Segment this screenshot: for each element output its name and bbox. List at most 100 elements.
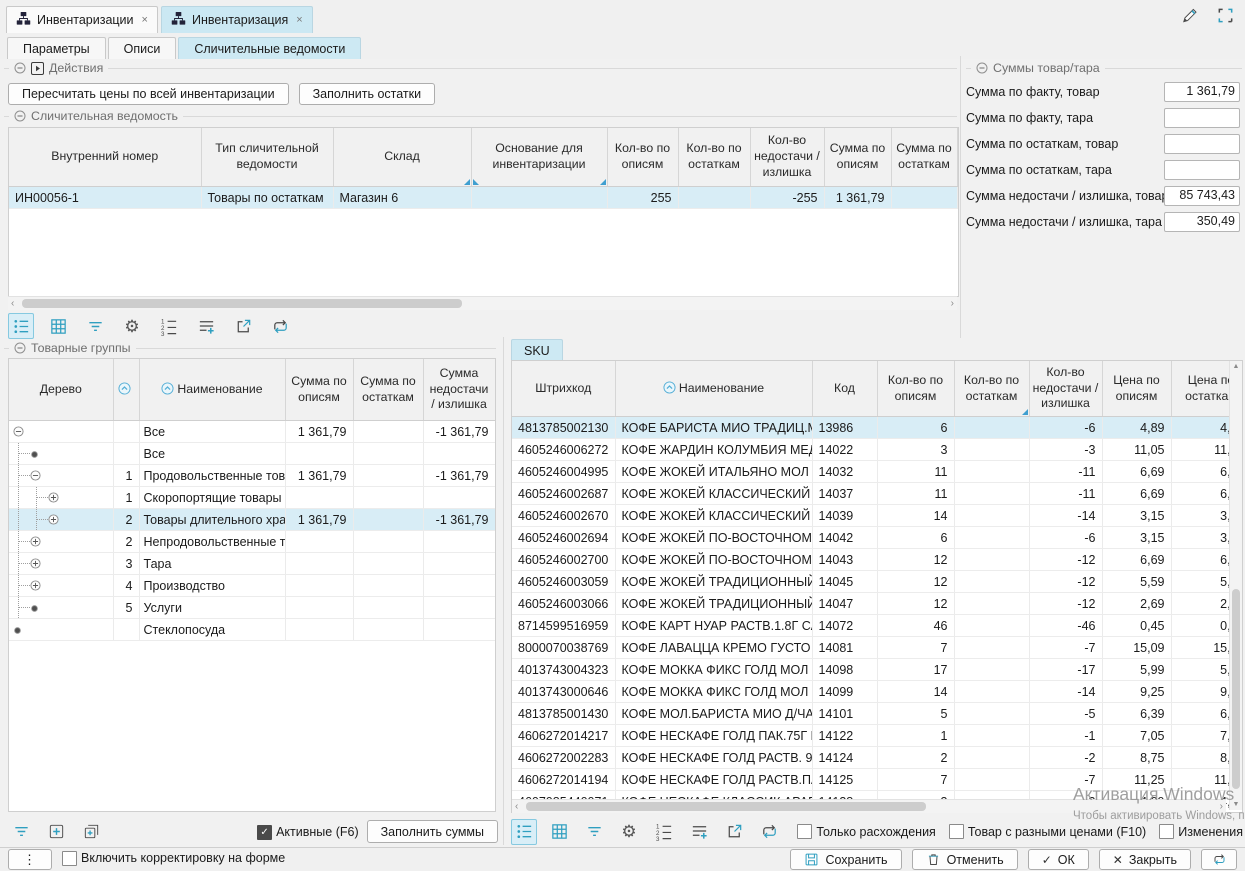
check-button[interactable]: ✓ ОК [1028, 849, 1089, 870]
column-header[interactable]: Внутренний номер [9, 128, 201, 187]
column-header[interactable]: Основание для инвентаризации [471, 128, 607, 187]
sku-row[interactable]: 8000070038769КОФЕ ЛАВАЦЦА КРЕМО ГУСТО МО… [512, 637, 1243, 659]
collapse-icon[interactable] [14, 110, 26, 122]
settings-icon[interactable]: ⚙ [616, 819, 642, 845]
tab-Сличительные ведомости[interactable]: Сличительные ведомости [178, 37, 361, 59]
filter-icon[interactable] [8, 819, 34, 845]
totals-field-input[interactable]: 350,49 [1164, 212, 1240, 232]
totals-field-input[interactable] [1164, 108, 1240, 128]
sku-row[interactable]: 4606272014217КОФЕ НЕСКАФЕ ГОЛД ПАК.75Г Р… [512, 725, 1243, 747]
close-button[interactable]: ✕ Закрыть [1099, 849, 1191, 870]
save-button[interactable]: Сохранить [790, 849, 901, 870]
filter-icon[interactable] [581, 819, 607, 845]
tree-leaf-icon[interactable] [30, 448, 39, 462]
sku-row[interactable]: 4605246002694КОФЕ ЖОКЕЙ ПО-ВОСТОЧНОМУ М1… [512, 527, 1243, 549]
column-header[interactable] [113, 359, 139, 421]
tree-collapse-icon[interactable] [30, 470, 41, 484]
sku-row[interactable]: 4605246003066КОФЕ ЖОКЕЙ ТРАДИЦИОННЫЙ МО1… [512, 593, 1243, 615]
group-row[interactable]: 1 Продовольственные товары 1 361,79 -1 3… [9, 465, 495, 487]
sku-row[interactable]: 4013743004323КОФЕ МОККА ФИКС ГОЛД МОЛ 25… [512, 659, 1243, 681]
column-header[interactable]: Кол-во недостачи / излишка [1029, 361, 1102, 417]
statement-hscrollbar[interactable]: ‹ › [8, 296, 957, 310]
tab-Параметры[interactable]: Параметры [7, 37, 106, 59]
close-tab-icon[interactable]: × [142, 14, 148, 26]
group-row[interactable]: 1 Скоропортящие товары [9, 487, 495, 509]
statement-row[interactable]: ИН00056-1Товары по остаткамМагазин 6255-… [9, 187, 957, 209]
sku-row[interactable]: 4605246006272КОФЕ ЖАРДИН КОЛУМБИЯ МЕДЕЛ.… [512, 439, 1243, 461]
totals-field-input[interactable] [1164, 134, 1240, 154]
column-header[interactable]: Дерево [9, 359, 113, 421]
sku-row[interactable]: 4606272014194КОФЕ НЕСКАФЕ ГОЛД РАСТВ.ПАК… [512, 769, 1243, 791]
enable-correction-checkbox[interactable]: Включить корректировку на форме [62, 851, 285, 866]
edit-pencil-icon[interactable] [1179, 5, 1200, 26]
add-group-icon[interactable] [78, 819, 104, 845]
column-header[interactable]: Сумма недостачи / излишка [423, 359, 495, 421]
tree-collapse-icon[interactable] [13, 426, 24, 440]
column-header[interactable]: Сумма по остаткам [353, 359, 423, 421]
tab-sku[interactable]: SKU [511, 339, 563, 361]
group-row[interactable]: 5 Услуги [9, 597, 495, 619]
window-tab[interactable]: Инвентаризации × [6, 6, 158, 33]
sku-row[interactable]: 8714599516959КОФЕ КАРТ НУАР РАСТВ.1.8Г C… [512, 615, 1243, 637]
totals-field-input[interactable]: 1 361,79 [1164, 82, 1240, 102]
group-row[interactable]: 2 Непродовольственные товары [9, 531, 495, 553]
action-button[interactable]: Заполнить остатки [299, 83, 435, 105]
window-tab[interactable]: Инвентаризация × [161, 6, 313, 33]
sku-filter-checkbox-0[interactable]: Только расхождения [797, 824, 936, 839]
close-tab-icon[interactable]: × [296, 14, 302, 26]
tree-expand-icon[interactable] [30, 558, 41, 572]
collapse-icon[interactable] [14, 62, 26, 74]
column-header[interactable]: Сумма по остаткам [891, 128, 957, 187]
column-header[interactable]: Склад [333, 128, 471, 187]
column-header[interactable]: Наименование [615, 361, 812, 417]
collapse-icon[interactable] [976, 62, 988, 74]
column-header[interactable]: Кол-во недостачи / излишка [750, 128, 824, 187]
tree-expand-icon[interactable] [48, 492, 59, 506]
tree-expand-icon[interactable] [30, 580, 41, 594]
more-options-button[interactable]: ⋮ [8, 849, 52, 870]
column-header[interactable]: Сумма по описям [285, 359, 353, 421]
list-view-icon[interactable] [511, 819, 537, 845]
group-row[interactable]: Стеклопосуда [9, 619, 495, 641]
column-header[interactable]: Код [812, 361, 877, 417]
column-header[interactable]: Тип сличительной ведомости [201, 128, 333, 187]
fullscreen-icon[interactable] [1216, 6, 1235, 25]
tree-expand-icon[interactable] [30, 536, 41, 550]
totals-field-input[interactable]: 85 743,43 [1164, 186, 1240, 206]
sku-vscrollbar[interactable]: ▲ ▼ [1229, 361, 1242, 810]
panel-splitter[interactable] [960, 56, 961, 338]
add-item-icon[interactable] [43, 819, 69, 845]
active-f6-checkbox[interactable]: ✓Активные (F6) [257, 825, 359, 840]
group-row[interactable]: 2 Товары длительного хранения 1 361,79 -… [9, 509, 495, 531]
tree-expand-icon[interactable] [48, 514, 59, 528]
trash-button[interactable]: Отменить [912, 849, 1018, 870]
totals-field-input[interactable] [1164, 160, 1240, 180]
group-row[interactable]: Все 1 361,79 -1 361,79 [9, 421, 495, 443]
sku-row[interactable]: 4605246003059КОФЕ ЖОКЕЙ ТРАДИЦИОННЫЙ МО1… [512, 571, 1243, 593]
add-rows-icon[interactable] [686, 819, 712, 845]
sku-row[interactable]: 4606272002283КОФЕ НЕСКАФЕ ГОЛД РАСТВ. 95… [512, 747, 1243, 769]
filter-icon[interactable] [82, 313, 108, 339]
sku-row[interactable]: 4813785001430КОФЕ МОЛ.БАРИСТА МИО Д/ЧАШК… [512, 703, 1243, 725]
settings-icon[interactable]: ⚙ [119, 313, 145, 339]
sku-hscrollbar[interactable]: ‹ › [512, 799, 1226, 813]
column-header[interactable]: Кол-во по остаткам [954, 361, 1029, 417]
group-row[interactable]: Все [9, 443, 495, 465]
collapse-icon[interactable] [14, 342, 26, 354]
reload-icon[interactable] [756, 819, 782, 845]
sku-row[interactable]: 4013743000646КОФЕ МОККА ФИКС ГОЛД МОЛ 50… [512, 681, 1243, 703]
sku-row[interactable]: 4605246002700КОФЕ ЖОКЕЙ ПО-ВОСТОЧНОМУ М1… [512, 549, 1243, 571]
refresh-button[interactable] [1201, 849, 1237, 870]
sku-row[interactable]: 4605246002687КОФЕ ЖОКЕЙ КЛАССИЧЕСКИЙ МО1… [512, 483, 1243, 505]
column-header[interactable]: Кол-во по остаткам [678, 128, 750, 187]
table-view-icon[interactable] [546, 819, 572, 845]
column-header[interactable]: Штрихкод [512, 361, 615, 417]
sku-row[interactable]: 4605246004995КОФЕ ЖОКЕЙ ИТАЛЬЯНО МОЛ 250… [512, 461, 1243, 483]
fill-sums-button[interactable]: Заполнить суммы [367, 820, 498, 843]
tree-leaf-icon[interactable] [13, 624, 22, 638]
reload-icon[interactable] [267, 313, 293, 339]
numbered-list-icon[interactable]: 123 [156, 313, 182, 339]
add-rows-icon[interactable] [193, 313, 219, 339]
tree-leaf-icon[interactable] [30, 602, 39, 616]
list-view-icon[interactable] [8, 313, 34, 339]
